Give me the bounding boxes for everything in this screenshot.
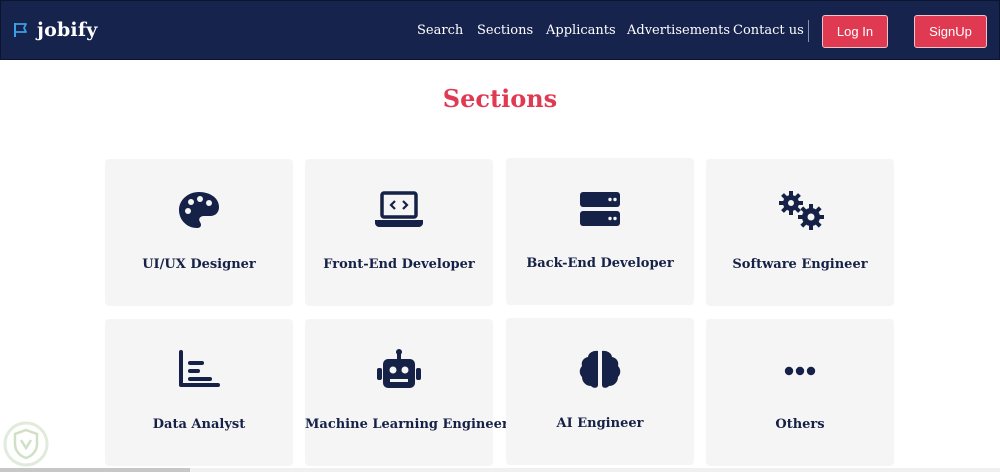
- section-card-machine-learning-engineer[interactable]: Machine Learning Engineer: [305, 319, 509, 466]
- section-label: Front-End Developer: [323, 257, 475, 272]
- page-title: Sections: [442, 84, 558, 113]
- palette-icon: [174, 189, 224, 231]
- nav-link-sections[interactable]: Sections: [477, 23, 533, 38]
- section-card-data-analyst[interactable]: Data Analyst: [105, 319, 293, 466]
- server-icon: [575, 188, 625, 230]
- section-card-software-engineer[interactable]: Software Engineer: [706, 159, 894, 306]
- nav-link-contact-us[interactable]: Contact us: [733, 23, 804, 38]
- section-card-ui-ux-designer[interactable]: UI/UX Designer: [105, 159, 293, 306]
- nav-link-advertisements[interactable]: Advertisements: [627, 23, 730, 38]
- section-label: Data Analyst: [152, 417, 246, 432]
- brain-icon: [575, 348, 625, 390]
- nav-divider: [808, 20, 809, 42]
- section-card-ai-engineer[interactable]: AI Engineer: [506, 318, 694, 465]
- section-card-others[interactable]: Others: [706, 319, 894, 466]
- section-card-front-end-developer[interactable]: Front-End Developer: [305, 159, 493, 306]
- ellipsis-icon: [775, 349, 825, 391]
- gears-icon: [775, 189, 825, 231]
- login-button[interactable]: Log In: [822, 15, 888, 48]
- shield-watermark-icon: [3, 421, 49, 467]
- chart-icon: [174, 349, 224, 391]
- nav-link-search[interactable]: Search: [417, 23, 463, 38]
- section-label: AI Engineer: [556, 416, 644, 431]
- section-label: Software Engineer: [732, 257, 868, 272]
- robot-icon: [374, 349, 424, 391]
- section-label: Back-End Developer: [526, 256, 674, 271]
- nav-link-applicants[interactable]: Applicants: [546, 23, 616, 38]
- signup-button[interactable]: SignUp: [914, 15, 987, 48]
- laptop-code-icon: [374, 189, 424, 231]
- horizontal-scrollbar-thumb[interactable]: [0, 468, 190, 472]
- section-label: Others: [775, 417, 825, 432]
- section-label: Machine Learning Engineer: [305, 417, 509, 432]
- section-label: UI/UX Designer: [142, 257, 256, 272]
- navbar: jobify Search Sections Applicants Advert…: [0, 0, 1000, 60]
- section-card-back-end-developer[interactable]: Back-End Developer: [506, 158, 694, 305]
